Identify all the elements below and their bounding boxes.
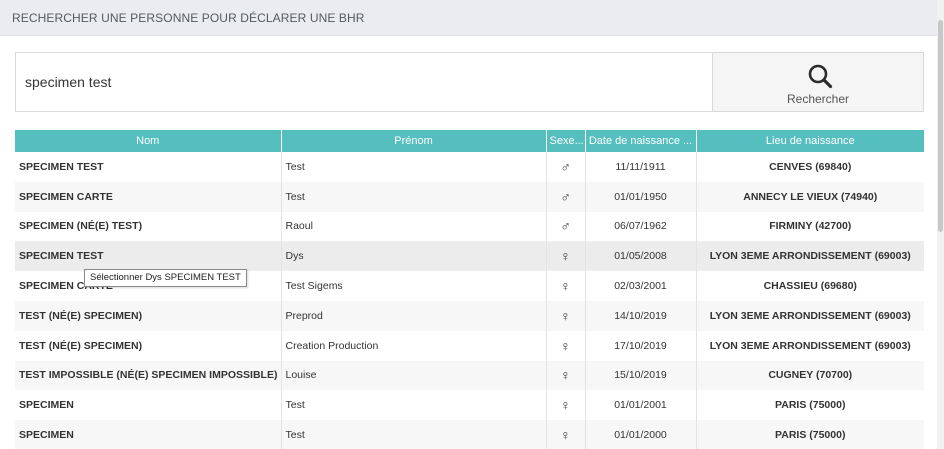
cell-date-naissance: 01/01/2001: [585, 390, 697, 421]
cell-date-naissance: 11/11/1911: [585, 152, 697, 182]
table-row[interactable]: SPECIMEN Test ♀ 01/01/2001 PARIS (75000): [15, 390, 924, 421]
table-row[interactable]: TEST IMPOSSIBLE (NÉ(E) SPECIMEN IMPOSSIB…: [15, 360, 924, 391]
cell-lieu-naissance: PARIS (75000): [696, 420, 924, 449]
cell-date-naissance: 02/03/2001: [585, 271, 697, 301]
table-row[interactable]: SPECIMEN Test ♀ 01/01/2000 PARIS (75000): [15, 420, 924, 449]
cell-lieu-naissance: LYON 3EME ARRONDISSEMENT (69003): [696, 300, 924, 331]
scrollbar-thumb[interactable]: [938, 20, 943, 232]
search-button-label: Rechercher: [786, 92, 850, 106]
column-header-prenom[interactable]: Prénom: [281, 130, 547, 152]
table-row[interactable]: TEST (NÉ(E) SPECIMEN) Preprod ♀ 14/10/2019 L…: [15, 300, 924, 331]
female-icon: ♀: [546, 330, 586, 361]
female-icon: ♀: [546, 360, 586, 391]
cell-lieu-naissance: LYON 3EME ARRONDISSEMENT (69003): [696, 241, 924, 272]
cell-prenom: Preprod: [281, 300, 547, 331]
table-row[interactable]: SPECIMEN (NÉ(E) TEST) Raoul ♂ 06/07/1962 FIR…: [15, 211, 924, 242]
cell-nom: SPECIMEN: [15, 420, 282, 449]
cell-date-naissance: 14/10/2019: [585, 300, 697, 331]
cell-prenom: Test: [281, 181, 547, 212]
cell-nom: SPECIMEN: [15, 390, 282, 421]
cell-date-naissance: 15/10/2019: [585, 360, 697, 391]
female-icon: ♀: [546, 420, 586, 449]
table-row[interactable]: TEST (NÉ(E) SPECIMEN) Creation Production…: [15, 330, 924, 361]
column-header-date-naissance[interactable]: Date de naissance ...: [585, 130, 697, 152]
male-icon: ♂: [546, 181, 586, 212]
cell-date-naissance: 01/01/1950: [585, 181, 697, 212]
female-icon: ♀: [546, 241, 586, 272]
cell-prenom: Test: [281, 152, 547, 182]
cell-nom: TEST (NÉ(E) SPECIMEN): [15, 330, 282, 361]
cell-nom: TEST (NÉ(E) SPECIMEN): [15, 300, 282, 331]
cell-date-naissance: 01/01/2000: [585, 420, 697, 449]
table-row[interactable]: SPECIMEN TEST Test ♂ 11/11/1911 CENVES (6984…: [15, 152, 924, 182]
cell-lieu-naissance: CHASSIEU (69680): [696, 271, 924, 301]
page-title: RECHERCHER UNE PERSONNE POUR DÉCLARER UN…: [12, 11, 365, 25]
row-tooltip: Sélectionner Dys SPECIMEN TEST: [84, 269, 247, 287]
search-button[interactable]: Rechercher: [712, 53, 923, 111]
column-header-nom[interactable]: Nom: [15, 130, 282, 152]
column-header-sexe[interactable]: Sexe...: [546, 130, 586, 152]
search-panel: Rechercher: [15, 52, 924, 112]
search-input[interactable]: [16, 53, 712, 111]
cell-nom: SPECIMEN TEST: [15, 241, 282, 272]
cell-prenom: Raoul: [281, 211, 547, 242]
table-header-row: Nom Prénom Sexe... Date de naissance ...…: [15, 130, 924, 152]
cell-lieu-naissance: PARIS (75000): [696, 390, 924, 421]
cell-nom: SPECIMEN (NÉ(E) TEST): [15, 211, 282, 242]
cell-prenom: Test: [281, 420, 547, 449]
panel-header: RECHERCHER UNE PERSONNE POUR DÉCLARER UN…: [0, 0, 938, 36]
cell-lieu-naissance: FIRMINY (42700): [696, 211, 924, 242]
search-icon: [808, 64, 833, 89]
cell-date-naissance: 01/05/2008: [585, 241, 697, 272]
cell-lieu-naissance: CUGNEY (70700): [696, 360, 924, 391]
cell-prenom: Creation Production: [281, 330, 547, 361]
page: RECHERCHER UNE PERSONNE POUR DÉCLARER UN…: [0, 0, 944, 449]
cell-lieu-naissance: CENVES (69840): [696, 152, 924, 182]
cell-prenom: Louise: [281, 360, 547, 391]
female-icon: ♀: [546, 390, 586, 421]
cell-lieu-naissance: LYON 3EME ARRONDISSEMENT (69003): [696, 330, 924, 361]
results-table: Nom Prénom Sexe... Date de naissance ...…: [15, 130, 924, 449]
cell-prenom: Test: [281, 390, 547, 421]
male-icon: ♂: [546, 211, 586, 242]
cell-date-naissance: 17/10/2019: [585, 330, 697, 361]
cell-nom: SPECIMEN TEST: [15, 152, 282, 182]
cell-date-naissance: 06/07/1962: [585, 211, 697, 242]
cell-nom: TEST IMPOSSIBLE (NÉ(E) SPECIMEN IMPOSSIB…: [15, 360, 282, 391]
cell-lieu-naissance: ANNECY LE VIEUX (74940): [696, 181, 924, 212]
cell-prenom: Dys: [281, 241, 547, 272]
column-header-lieu-naissance[interactable]: Lieu de naissance: [696, 130, 924, 152]
male-icon: ♂: [546, 152, 586, 182]
cell-nom: SPECIMEN CARTE: [15, 181, 282, 212]
female-icon: ♀: [546, 271, 586, 301]
table-row[interactable]: SPECIMEN TEST Dys ♀ 01/05/2008 LYON 3EME ARR…: [15, 241, 924, 272]
table-row[interactable]: SPECIMEN CARTE Test ♂ 01/01/1950 ANNECY LE V…: [15, 181, 924, 212]
female-icon: ♀: [546, 300, 586, 331]
table-body: SPECIMEN TEST Test ♂ 11/11/1911 CENVES (6984…: [15, 152, 924, 449]
cell-prenom: Test Sigems: [281, 271, 547, 301]
